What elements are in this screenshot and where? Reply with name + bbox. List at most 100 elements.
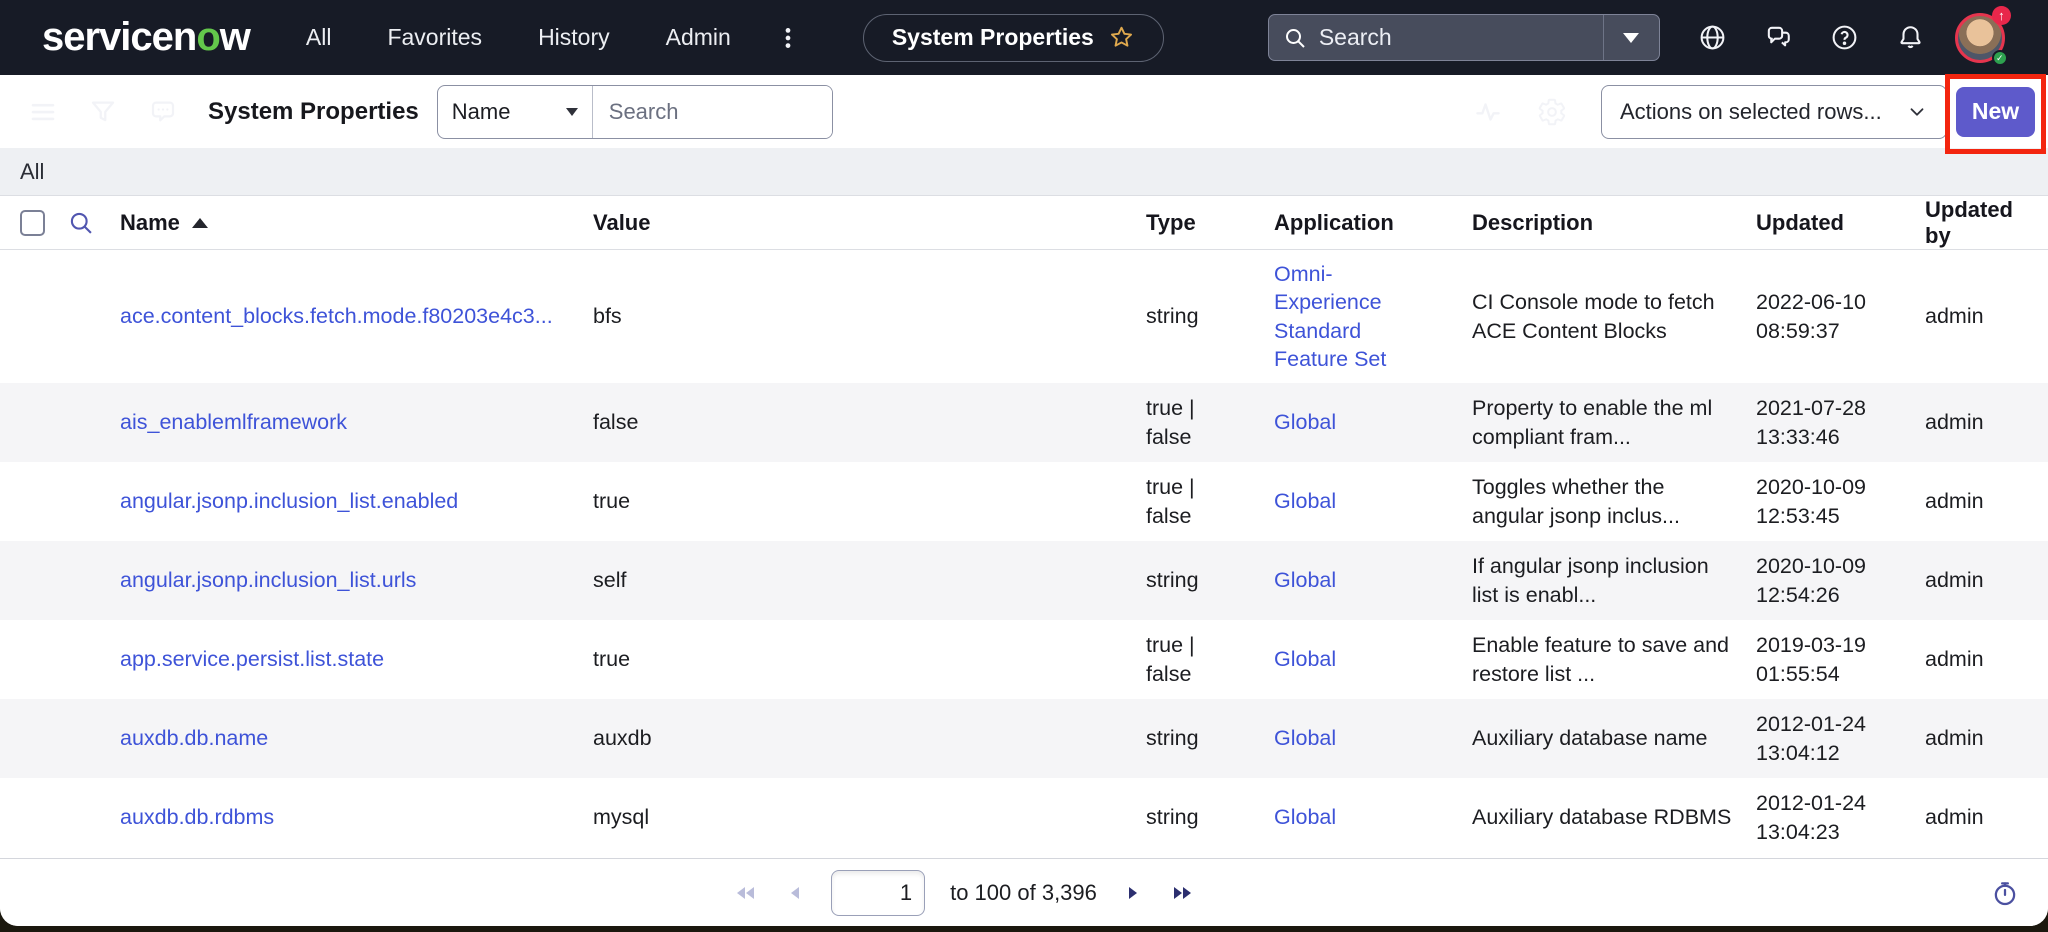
nav-item-admin[interactable]: Admin [666,24,731,51]
table-row: angular.jsonp.inclusion_list.enabled tru… [0,462,2048,541]
actions-on-rows-select[interactable]: Actions on selected rows... [1601,85,1947,139]
updated-cell: 2022-06-10 08:59:37 [1756,290,1866,342]
table-row: angular.jsonp.inclusion_list.urls self s… [0,541,2048,620]
column-header-name[interactable]: Name [120,210,593,236]
updated-by-cell: admin [1925,805,1984,829]
column-header-updated[interactable]: Updated [1756,210,1925,236]
nav-item-all[interactable]: All [306,24,332,51]
description-cell: Auxiliary database RDBMS [1472,805,1731,829]
notifications-bell-icon[interactable] [1896,23,1925,52]
type-cell: string [1146,302,1199,330]
application-link[interactable]: Global [1274,566,1336,594]
pagination-range-label: to 100 of 3,396 [950,880,1097,906]
application-link[interactable]: Omni-Experience Standard Feature Set [1274,260,1404,374]
pagination: to 100 of 3,396 [735,870,1193,916]
application-link[interactable]: Global [1274,724,1336,752]
property-name-link[interactable]: auxdb.db.rdbms [120,805,274,829]
updated-by-cell: admin [1925,726,1984,750]
application-link[interactable]: Global [1274,408,1336,436]
application-link[interactable]: Global [1274,645,1336,673]
sort-ascending-icon [192,218,208,228]
chevron-left-icon [786,882,806,904]
value-cell: true [593,647,630,671]
updated-by-cell: admin [1925,647,1984,671]
globe-icon[interactable] [1698,23,1727,52]
type-cell: string [1146,566,1199,594]
updated-cell: 2012-01-24 13:04:12 [1756,712,1866,764]
description-cell: If angular jsonp inclusion list is enabl… [1472,554,1709,606]
application-link[interactable]: Global [1274,487,1336,515]
column-header-type[interactable]: Type [1146,210,1274,236]
updated-by-cell: admin [1925,568,1984,592]
previous-page-button[interactable] [786,882,806,904]
breadcrumb[interactable]: All [20,159,44,185]
help-icon[interactable] [1830,23,1859,52]
list-search-input[interactable] [593,86,832,138]
select-all-checkbox[interactable] [20,210,45,236]
type-cell: true | false [1146,473,1220,530]
column-header-updated-by[interactable]: Updated by [1925,197,2048,249]
global-search [1268,14,1660,61]
active-page-title: System Properties [892,24,1094,51]
description-cell: Enable feature to save and restore list … [1472,633,1729,685]
new-button[interactable]: New [1956,87,2035,137]
property-name-link[interactable]: app.service.persist.list.state [120,647,384,671]
column-header-value[interactable]: Value [593,210,1146,236]
updated-cell: 2021-07-28 13:33:46 [1756,396,1866,448]
updated-cell: 2020-10-09 12:53:45 [1756,475,1866,527]
response-time-stopwatch-icon[interactable] [1990,878,2020,908]
column-search-icon[interactable] [65,209,120,237]
value-cell: self [593,568,626,592]
next-page-button[interactable] [1122,882,1142,904]
list-menu-hamburger-icon[interactable] [28,97,58,127]
breadcrumb-row: All [0,148,2048,196]
nav-item-favorites[interactable]: Favorites [387,24,482,51]
page-title: System Properties [208,98,419,126]
table-header: Name Value Type Application Description … [0,196,2048,250]
global-search-input[interactable] [1319,24,1603,51]
toolbar-right-group: Actions on selected rows... New [1473,85,2048,139]
nav-item-history[interactable]: History [538,24,610,51]
gear-icon[interactable] [1537,97,1567,127]
favorite-star-icon[interactable] [1108,24,1135,51]
active-page-tab[interactable]: System Properties [863,14,1164,62]
application-link[interactable]: Global [1274,803,1336,831]
search-icon [1283,26,1307,50]
first-page-button[interactable] [735,882,761,904]
double-chevron-right-icon [1167,882,1193,904]
type-cell: true | false [1146,631,1220,688]
column-header-description[interactable]: Description [1472,210,1756,236]
updated-by-cell: admin [1925,410,1984,434]
description-cell: Property to enable the ml compliant fram… [1472,396,1712,448]
impersonation-badge: ↑ [1992,6,2011,25]
property-name-link[interactable]: angular.jsonp.inclusion_list.urls [120,568,416,592]
property-name-link[interactable]: ace.content_blocks.fetch.mode.f80203e4c3… [120,304,553,328]
list-toolbar: System Properties Name Actions on select… [0,75,2048,148]
column-header-application[interactable]: Application [1274,210,1472,236]
property-name-link[interactable]: angular.jsonp.inclusion_list.enabled [120,489,458,513]
search-scope-dropdown[interactable] [1603,15,1659,60]
chat-icon[interactable] [1764,23,1793,52]
description-cell: Auxiliary database name [1472,726,1707,750]
value-cell: true [593,489,630,513]
activity-pulse-icon[interactable] [1473,97,1503,127]
table-row: ais_enablemlframework false true | false… [0,383,2048,462]
more-menu-kebab-icon[interactable] [775,25,801,51]
filter-funnel-icon[interactable] [88,97,118,127]
page-number-input[interactable] [831,870,925,916]
chevron-right-icon [1122,882,1142,904]
filter-column-select[interactable]: Name [438,86,593,138]
property-name-link[interactable]: ais_enablemlframework [120,410,347,434]
updated-cell: 2020-10-09 12:54:26 [1756,554,1866,606]
top-icon-group [1698,23,1925,52]
comments-icon[interactable] [148,97,178,127]
last-page-button[interactable] [1167,882,1193,904]
chevron-down-icon [1623,33,1639,43]
presence-badge: ✓ [1992,50,2008,66]
table-row: app.service.persist.list.state true true… [0,620,2048,699]
property-name-link[interactable]: auxdb.db.name [120,726,268,750]
servicenow-logo[interactable]: servicenow [42,15,250,60]
list-filter-group: Name [437,85,833,139]
description-cell: CI Console mode to fetch ACE Content Blo… [1472,290,1715,342]
user-avatar[interactable]: ↑ ✓ [1955,13,2005,63]
